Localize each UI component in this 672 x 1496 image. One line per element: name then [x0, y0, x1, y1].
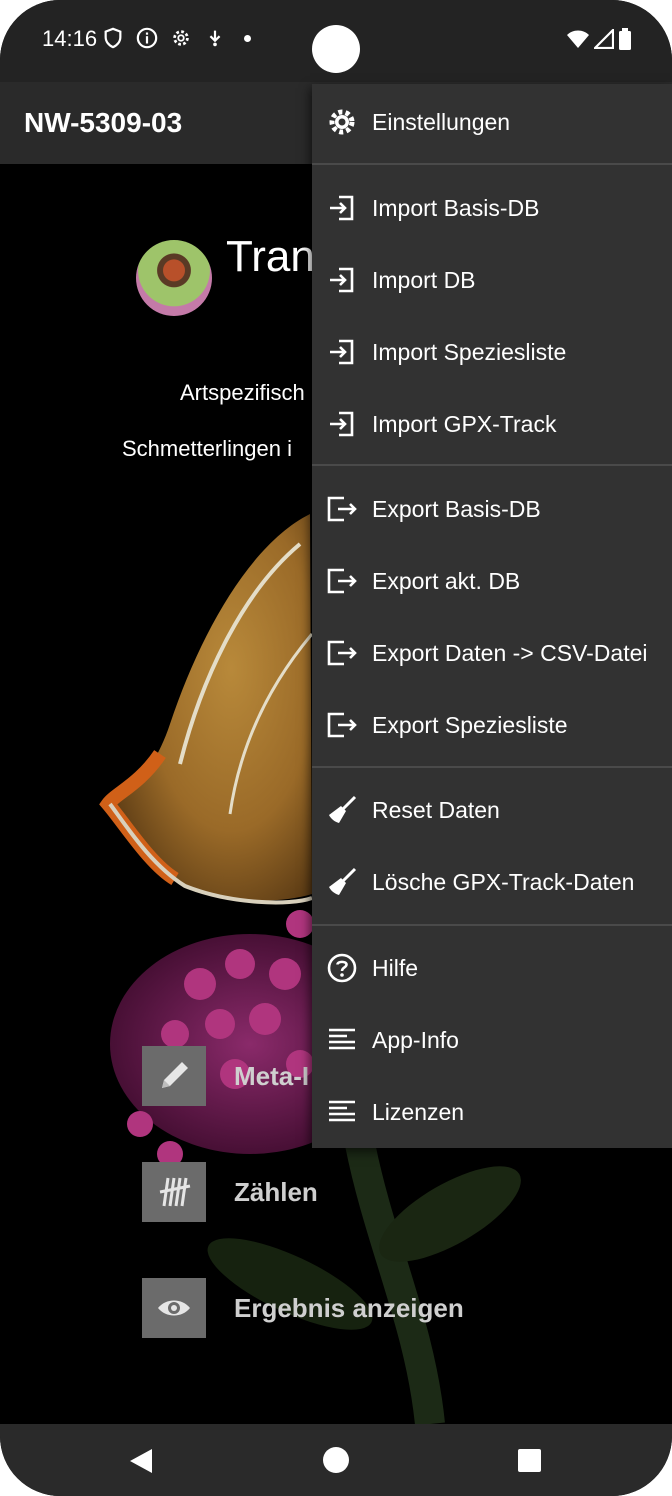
menu-item-label: Export akt. DB [372, 567, 521, 594]
menu-item-app-info[interactable]: App-Info [312, 1004, 672, 1076]
status-system-icons [566, 28, 632, 50]
wifi-icon [567, 30, 589, 48]
import-icon [326, 264, 358, 296]
show-results-label: Ergebnis anzeigen [234, 1292, 464, 1323]
menu-item-export-csv[interactable]: Export Daten -> CSV-Datei [312, 617, 672, 689]
meta-data-label: Meta-I [234, 1060, 310, 1091]
broom-icon [326, 794, 358, 826]
menu-item-loesche-gpx-track-daten[interactable]: Lösche GPX-Track-Daten [312, 846, 672, 918]
menu-item-label: Import GPX-Track [372, 410, 557, 437]
menu-item-lizenzen[interactable]: Lizenzen [312, 1076, 672, 1148]
menu-item-label: Import Speziesliste [372, 338, 567, 365]
download-status-icon [209, 30, 221, 47]
menu-item-export-speziesliste[interactable]: Export Speziesliste [312, 689, 672, 761]
menu-divider [312, 766, 672, 768]
text-lines-icon [326, 1024, 358, 1056]
app-logo-avatar [136, 240, 212, 316]
export-icon [326, 709, 358, 741]
menu-item-label: Reset Daten [372, 796, 500, 823]
menu-item-import-gpx-track[interactable]: Import GPX-Track [312, 388, 672, 460]
menu-item-hilfe[interactable]: Hilfe [312, 932, 672, 1004]
menu-divider [312, 464, 672, 466]
menu-item-export-akt-db[interactable]: Export akt. DB [312, 545, 672, 617]
menu-divider [312, 924, 672, 926]
meta-data-button[interactable]: Meta-I [142, 1046, 309, 1106]
menu-item-import-basis-db[interactable]: Import Basis-DB [312, 172, 672, 244]
count-button[interactable]: Zählen [142, 1162, 318, 1222]
info-icon [136, 27, 158, 49]
menu-item-label: Lösche GPX-Track-Daten [372, 868, 635, 895]
gear-icon [326, 106, 358, 138]
menu-item-label: Hilfe [372, 954, 419, 981]
app-subtitle-line1: Artspezifisch [180, 380, 305, 405]
menu-item-import-db[interactable]: Import DB [312, 244, 672, 316]
menu-item-label: Export Daten -> CSV-Datei [372, 639, 648, 666]
status-time: 14:16 [42, 26, 98, 51]
broom-icon [326, 866, 358, 898]
export-icon [326, 493, 358, 525]
show-results-button[interactable]: Ergebnis anzeigen [142, 1278, 464, 1338]
battery-icon [619, 28, 631, 50]
menu-item-label: Einstellungen [372, 108, 511, 135]
import-icon [326, 192, 358, 224]
export-icon [326, 565, 358, 597]
settings-status-icon [173, 30, 189, 46]
menu-item-export-basis-db[interactable]: Export Basis-DB [312, 473, 672, 545]
camera-cutout [312, 25, 360, 73]
app-name: Tran [226, 232, 315, 281]
back-icon[interactable] [128, 1448, 154, 1474]
overflow-menu: Einstellungen Import Basis-DB Import DB … [312, 84, 672, 1148]
import-icon [326, 336, 358, 368]
menu-item-label: Import DB [372, 266, 476, 293]
count-label: Zählen [234, 1176, 318, 1207]
import-icon [326, 408, 358, 440]
help-icon [326, 952, 358, 984]
menu-divider [312, 163, 672, 165]
shield-icon [104, 27, 122, 49]
app-subtitle-line2: Schmetterlingen i [122, 436, 292, 461]
menu-item-label: Lizenzen [372, 1098, 465, 1125]
export-icon [326, 637, 358, 669]
phone-screen: 14:16 NW-5309-03 Tran Artspezifisch Schm… [0, 0, 672, 1496]
tally-icon [142, 1162, 206, 1222]
menu-item-label: Export Speziesliste [372, 711, 568, 738]
navigation-bar [0, 1424, 672, 1496]
recent-apps-icon[interactable] [518, 1449, 541, 1472]
menu-item-label: Import Basis-DB [372, 194, 540, 221]
pencil-icon [142, 1046, 206, 1106]
app-bar-title: NW-5309-03 [24, 107, 183, 138]
menu-item-label: App-Info [372, 1026, 459, 1053]
text-lines-icon [326, 1096, 358, 1128]
signal-icon [594, 29, 614, 49]
home-icon[interactable] [323, 1447, 349, 1473]
menu-item-label: Export Basis-DB [372, 495, 541, 522]
menu-item-einstellungen[interactable]: Einstellungen [312, 86, 672, 158]
status-notification-icons [102, 27, 251, 49]
menu-item-reset-daten[interactable]: Reset Daten [312, 774, 672, 846]
status-bar: 14:16 [0, 0, 672, 82]
menu-item-import-speziesliste[interactable]: Import Speziesliste [312, 316, 672, 388]
notification-dot-icon [244, 35, 251, 42]
eye-icon [142, 1278, 206, 1338]
